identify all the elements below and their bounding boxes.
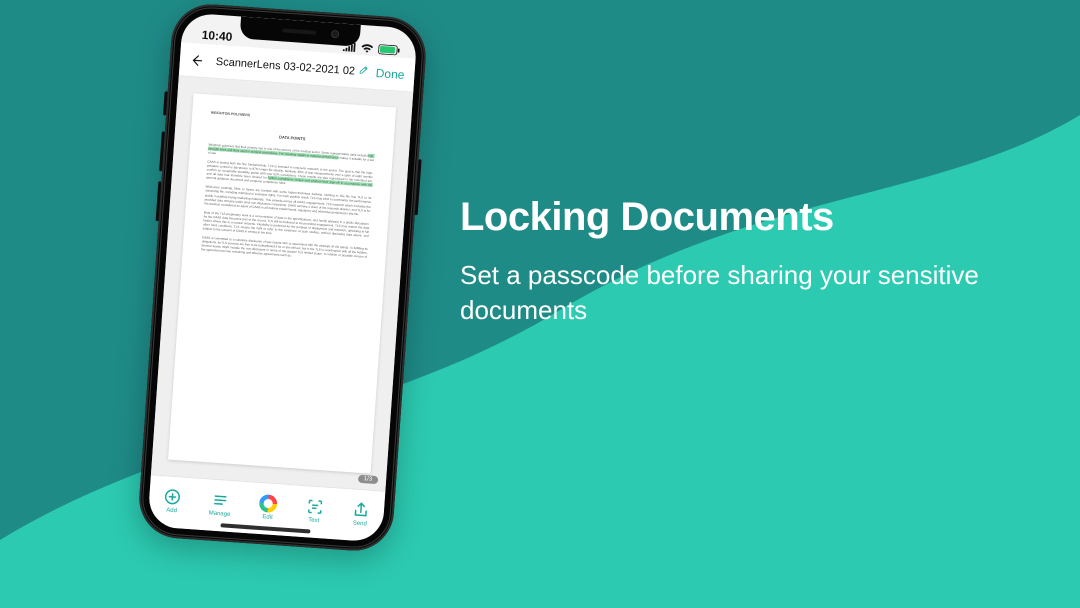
stack-icon xyxy=(211,490,230,509)
tab-add[interactable]: Add xyxy=(162,487,182,514)
tab-label: Add xyxy=(166,507,177,514)
scan-text-icon xyxy=(305,497,324,516)
feature-copy: Locking Documents Set a passcode before … xyxy=(460,195,1020,328)
tab-text[interactable]: Text xyxy=(305,497,325,524)
tab-edit[interactable]: Edit xyxy=(258,493,278,520)
lock-icon xyxy=(212,55,213,67)
document-title-area[interactable]: ScannerLens 03-02-2021 02 xyxy=(211,55,368,79)
plus-circle-icon xyxy=(163,487,182,506)
tab-manage[interactable]: Manage xyxy=(209,490,232,517)
document-title-text: ScannerLens 03-02-2021 02 xyxy=(215,55,355,77)
done-button[interactable]: Done xyxy=(375,66,405,82)
tab-label: Manage xyxy=(209,510,231,517)
feature-subtitle: Set a passcode before sharing your sensi… xyxy=(460,258,1020,328)
document-preview-area[interactable]: WEIGHTON POLYMERS DATA POINTS Weighton p… xyxy=(151,76,413,490)
phone-screen: 10:40 ScannerLen xyxy=(147,12,417,542)
battery-icon xyxy=(378,44,401,56)
tab-send[interactable]: Send xyxy=(351,500,371,527)
feature-title: Locking Documents xyxy=(460,195,1020,240)
page-counter-badge: 1/3 xyxy=(358,475,379,484)
share-icon xyxy=(351,500,370,519)
doc-header: WEIGHTON POLYMERS xyxy=(211,111,377,127)
wifi-icon xyxy=(360,43,375,54)
back-button[interactable] xyxy=(189,53,204,68)
document-page: WEIGHTON POLYMERS DATA POINTS Weighton p… xyxy=(168,93,395,473)
tab-label: Edit xyxy=(262,514,273,521)
tab-label: Text xyxy=(308,517,319,524)
tab-label: Send xyxy=(353,520,367,527)
edit-pencil-icon xyxy=(359,65,369,79)
status-time: 10:40 xyxy=(201,28,233,44)
phone-mockup: 10:40 ScannerLen xyxy=(137,2,429,553)
color-ring-icon xyxy=(259,493,278,512)
